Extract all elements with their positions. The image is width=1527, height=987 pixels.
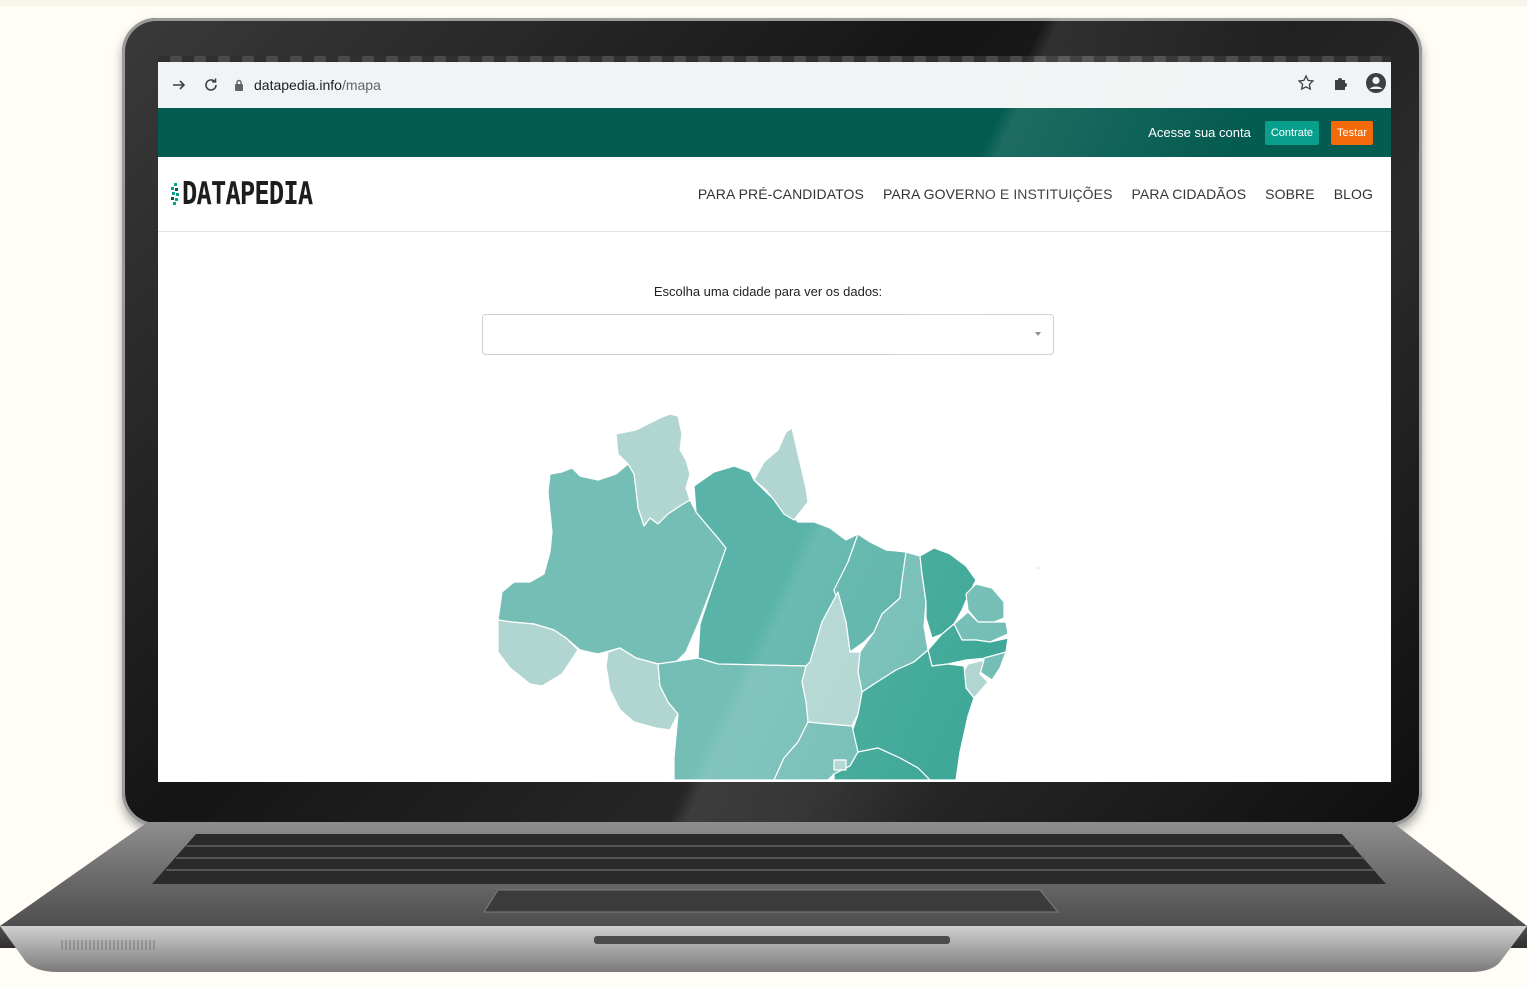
state-df[interactable] bbox=[833, 759, 847, 771]
brazil-map bbox=[497, 413, 1039, 781]
browser-screen: datapedia.info/mapa Acesse sua conta Con… bbox=[158, 62, 1391, 782]
